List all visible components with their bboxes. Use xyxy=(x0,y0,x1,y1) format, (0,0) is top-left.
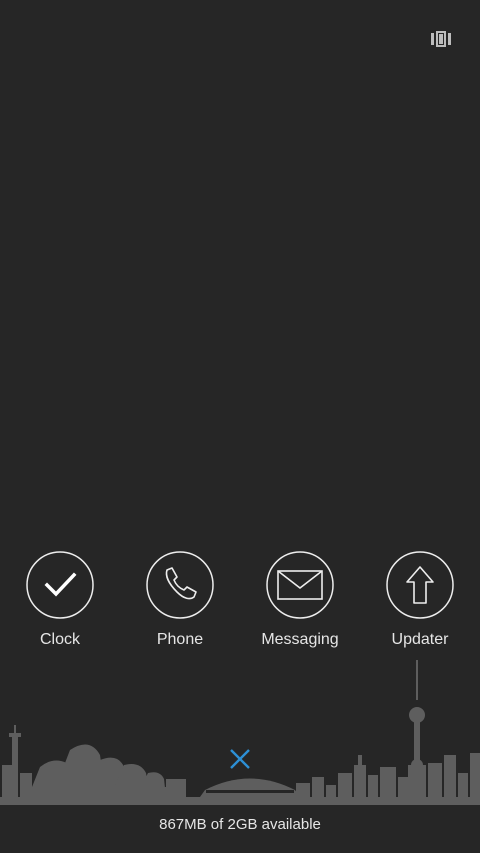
close-icon[interactable] xyxy=(228,747,252,771)
envelope-icon xyxy=(266,551,334,619)
memory-footer: 867MB of 2GB available xyxy=(0,805,480,853)
city-skyline-illustration xyxy=(0,660,480,805)
app-updater[interactable]: Updater xyxy=(360,550,480,660)
up-arrow-icon xyxy=(386,551,454,619)
app-label: Updater xyxy=(391,631,449,648)
app-messaging[interactable]: Messaging xyxy=(240,550,360,660)
app-label: Phone xyxy=(156,631,204,648)
phone-icon xyxy=(146,551,214,619)
app-label: Clock xyxy=(39,631,80,648)
memory-status-text: 867MB of 2GB available xyxy=(159,816,321,833)
app-label: Messaging xyxy=(261,631,339,648)
recents-layout-icon[interactable] xyxy=(430,30,452,48)
check-icon xyxy=(26,551,94,619)
recent-apps-row: Clock Phone Messaging Updater xyxy=(0,550,480,660)
app-clock[interactable]: Clock xyxy=(0,550,120,660)
app-phone[interactable]: Phone xyxy=(120,550,240,660)
recent-apps-screen: Clock Phone Messaging Updater 867MB of 2… xyxy=(0,0,480,853)
